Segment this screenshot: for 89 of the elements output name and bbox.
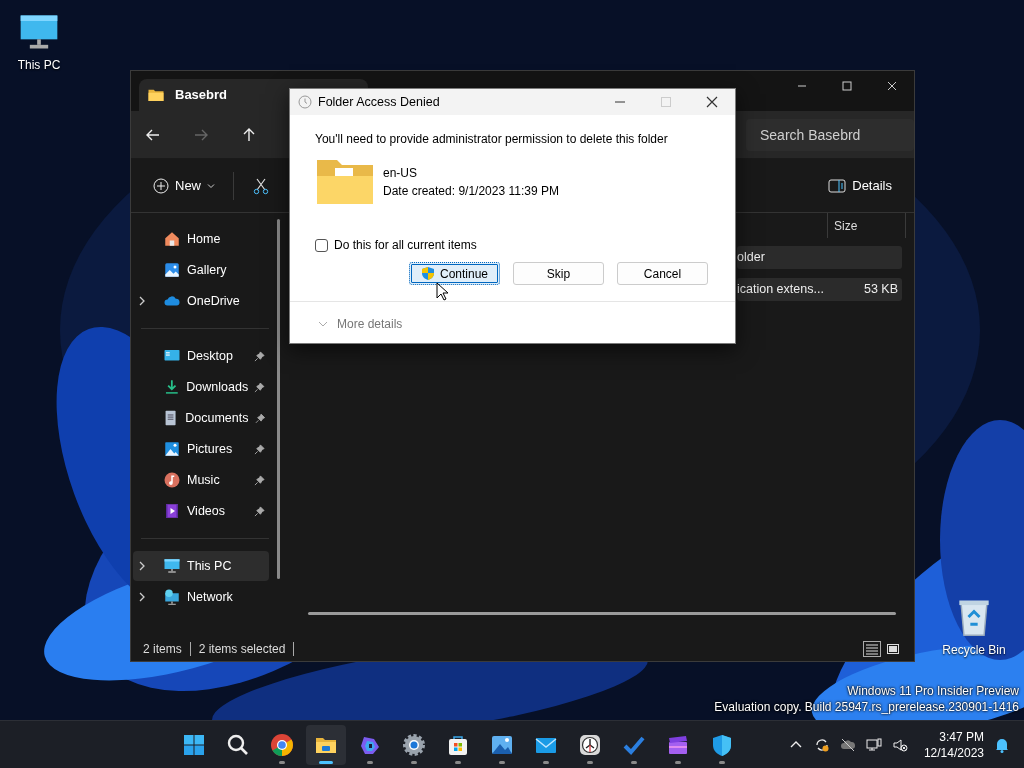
dialog-button[interactable]: Cancel (617, 262, 708, 285)
picture-icon (163, 440, 181, 458)
more-details-toggle[interactable]: More details (318, 315, 403, 333)
chevron-icon (318, 320, 328, 328)
dialog-message: You'll need to provide administrator permission to delete this folder (315, 131, 669, 148)
file-type: ication extens... (737, 281, 825, 299)
file-row[interactable]: older (737, 246, 902, 269)
clock-date: 12/14/2023 (923, 745, 984, 761)
grid-icon (182, 733, 206, 757)
clock-icon (578, 733, 602, 757)
pin-icon (254, 474, 265, 486)
file-type: older (737, 249, 766, 267)
monitor-icon (163, 557, 181, 575)
plus-circle-icon (153, 177, 169, 194)
network-monitor-icon[interactable] (865, 737, 882, 753)
cloud-off-icon[interactable] (839, 737, 856, 753)
desktop-icon-label[interactable]: Recycle Bin (936, 641, 1012, 659)
item-name: en-US (383, 165, 418, 182)
mountain-picture-icon (490, 733, 514, 757)
scrollbar[interactable] (277, 219, 280, 579)
caret-icon (207, 181, 215, 190)
chevron-icon[interactable] (138, 296, 146, 306)
scissors-icon (252, 176, 270, 195)
pin-icon (254, 505, 265, 517)
clock-icon (298, 95, 312, 109)
tile-view-icon (886, 643, 900, 655)
nav-item[interactable]: Videos (133, 496, 269, 526)
watermark-text: Windows 11 Pro Insider Preview (846, 683, 1019, 699)
chevron-icon[interactable] (138, 592, 146, 602)
sync-icon[interactable] (813, 737, 830, 753)
pin-icon (254, 381, 265, 393)
search-icon (226, 733, 250, 757)
network-icon (163, 588, 181, 606)
nav-item[interactable]: This PC (133, 551, 269, 581)
clapperboard-icon (666, 733, 690, 757)
nav-item[interactable]: Documents (133, 403, 269, 433)
shield-icon (420, 266, 435, 281)
new-button[interactable]: New (149, 171, 219, 200)
status-text: 2 items (143, 641, 182, 658)
close-icon (885, 80, 898, 92)
details-button[interactable]: Details (824, 171, 896, 200)
pin-icon (254, 412, 265, 424)
nav-item[interactable]: Desktop (133, 341, 269, 371)
music-note-icon (163, 471, 181, 489)
dialog-button[interactable]: Continue (409, 262, 500, 285)
picture-icon (163, 261, 181, 279)
checkbox[interactable] (315, 238, 328, 252)
up-arrow-icon (241, 126, 257, 143)
clock-time: 3:47 PM (938, 729, 984, 745)
taskbar-button[interactable] (306, 725, 346, 765)
view-toggle[interactable] (863, 641, 881, 657)
tab-title: Basebrd (175, 86, 228, 105)
bell-icon[interactable] (994, 737, 1010, 753)
maximize-icon (660, 96, 672, 108)
muted-speaker-icon[interactable] (891, 737, 908, 753)
nav-item[interactable]: Music (133, 465, 269, 495)
file-size: 53 KB (863, 281, 898, 299)
list-view-icon (865, 643, 879, 655)
nav-item[interactable]: OneDrive (133, 286, 269, 316)
nav-item[interactable]: Gallery (133, 255, 269, 285)
view-toggle[interactable] (884, 641, 902, 657)
pin-icon (254, 350, 265, 362)
cursor-icon (436, 282, 448, 301)
desktop-icon-label[interactable]: This PC (1, 56, 77, 74)
nav-item[interactable]: Downloads (133, 372, 269, 402)
round-logo-icon (270, 733, 294, 757)
search-field[interactable]: Search Basebrd (746, 118, 914, 151)
dialog-button[interactable]: Skip (513, 262, 604, 285)
shopping-bag-icon (446, 733, 470, 757)
house-icon (163, 230, 181, 248)
nav-item[interactable]: Home (133, 224, 269, 254)
status-text: 2 items selected (198, 641, 286, 658)
nav-item[interactable]: Pictures (133, 434, 269, 464)
close-icon (706, 96, 718, 108)
nav-item[interactable]: Network (133, 582, 269, 612)
gear-icon (402, 733, 426, 757)
folder-icon (315, 158, 375, 206)
chevron-icon[interactable] (138, 561, 146, 571)
file-row[interactable]: ication extens... 53 KB (737, 278, 902, 301)
item-date: Date created: 9/1/2023 11:39 PM (383, 183, 559, 200)
pin-icon (254, 443, 265, 455)
checkbox-label: Do this for all current items (334, 237, 477, 254)
details-pane-icon (828, 177, 847, 194)
video-icon (163, 502, 181, 520)
column-header[interactable]: Size (827, 213, 906, 238)
taskbar-clock[interactable]: 3:47 PM 12/14/2023 (923, 729, 984, 761)
scrollbar[interactable] (308, 612, 896, 615)
maximize-icon (840, 80, 853, 92)
shield-icon (710, 733, 734, 757)
